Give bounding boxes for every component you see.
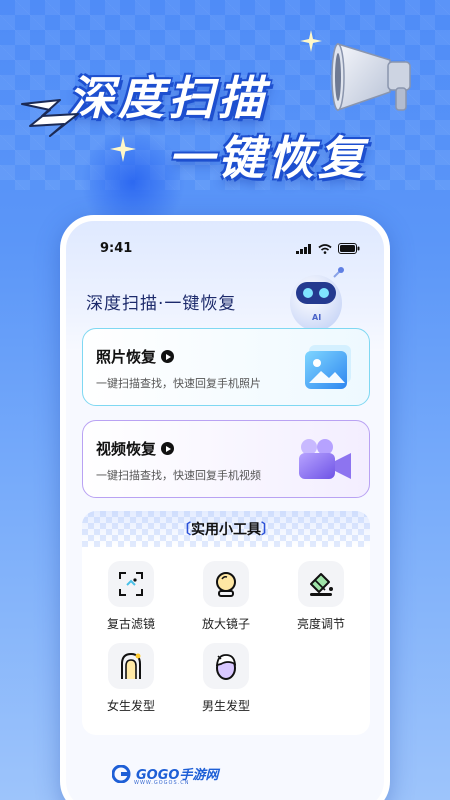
headline-line-1: 深度扫描 bbox=[68, 71, 268, 125]
footer-logo: GOGO手游网 WWW.GOGOS.CN bbox=[112, 764, 218, 786]
tools-title: 〔实用小工具〕 bbox=[177, 522, 275, 538]
battery-icon bbox=[338, 243, 360, 254]
play-icon bbox=[161, 350, 175, 363]
video-recovery-card[interactable]: 视频恢复 一键扫描查找，快速回复手机视频 bbox=[82, 420, 370, 498]
photo-recovery-desc: 一键扫描查找，快速回复手机照片 bbox=[96, 377, 261, 390]
gogo-logo-icon bbox=[112, 764, 131, 783]
photo-icon bbox=[305, 345, 351, 389]
ai-robot-icon: AI bbox=[290, 267, 344, 331]
status-time: 9:41 bbox=[100, 241, 133, 256]
signal-icon bbox=[296, 243, 311, 254]
tool-retro-filter[interactable]: 复古滤镜 bbox=[86, 561, 176, 632]
video-recovery-title: 视频恢复 bbox=[96, 438, 175, 459]
status-icons bbox=[296, 243, 360, 254]
play-icon bbox=[161, 442, 175, 455]
wifi-icon bbox=[318, 243, 332, 254]
retro-filter-icon bbox=[119, 572, 143, 596]
tool-brightness[interactable]: 亮度调节 bbox=[276, 561, 366, 632]
tool-label: 男生发型 bbox=[201, 699, 250, 713]
tool-label: 复古滤镜 bbox=[106, 617, 155, 631]
tool-female-hairstyle[interactable]: 女生发型 bbox=[86, 643, 176, 714]
photo-recovery-card[interactable]: 照片恢复 一键扫描查找，快速回复手机照片 bbox=[82, 328, 370, 406]
tool-label: 女生发型 bbox=[106, 699, 155, 713]
video-recovery-desc: 一键扫描查找，快速回复手机视频 bbox=[96, 469, 261, 482]
magnifier-mirror-icon bbox=[216, 572, 236, 597]
tool-label: 放大镜子 bbox=[201, 617, 250, 631]
sparkle-icon bbox=[300, 30, 322, 52]
megaphone-icon bbox=[331, 42, 411, 112]
male-hairstyle-icon bbox=[215, 654, 237, 680]
tool-male-hairstyle[interactable]: 男生发型 bbox=[181, 643, 271, 714]
tool-magnifier-mirror[interactable]: 放大镜子 bbox=[181, 561, 271, 632]
brightness-icon bbox=[310, 573, 333, 596]
tool-label: 亮度调节 bbox=[296, 617, 345, 631]
sparkle-icon bbox=[110, 136, 136, 162]
female-hairstyle-icon bbox=[121, 652, 141, 679]
video-camera-icon bbox=[299, 439, 351, 479]
headline-line-2: 一键恢复 bbox=[168, 131, 368, 185]
phone-mockup: 9:41 深度扫描·一键恢复 AI 照片恢复 一键扫描查找，快速回复手机照片 视… bbox=[60, 215, 390, 800]
lightning-icon bbox=[21, 99, 79, 137]
photo-recovery-title: 照片恢复 bbox=[96, 346, 175, 367]
tools-panel: 〔实用小工具〕 复古滤镜 放大镜子 亮度调节 女生发型 男生发型 bbox=[82, 511, 370, 735]
app-title: 深度扫描·一键恢复 bbox=[86, 294, 237, 314]
logo-sub: WWW.GOGOS.CN bbox=[134, 780, 190, 786]
robot-badge: AI bbox=[312, 313, 321, 322]
